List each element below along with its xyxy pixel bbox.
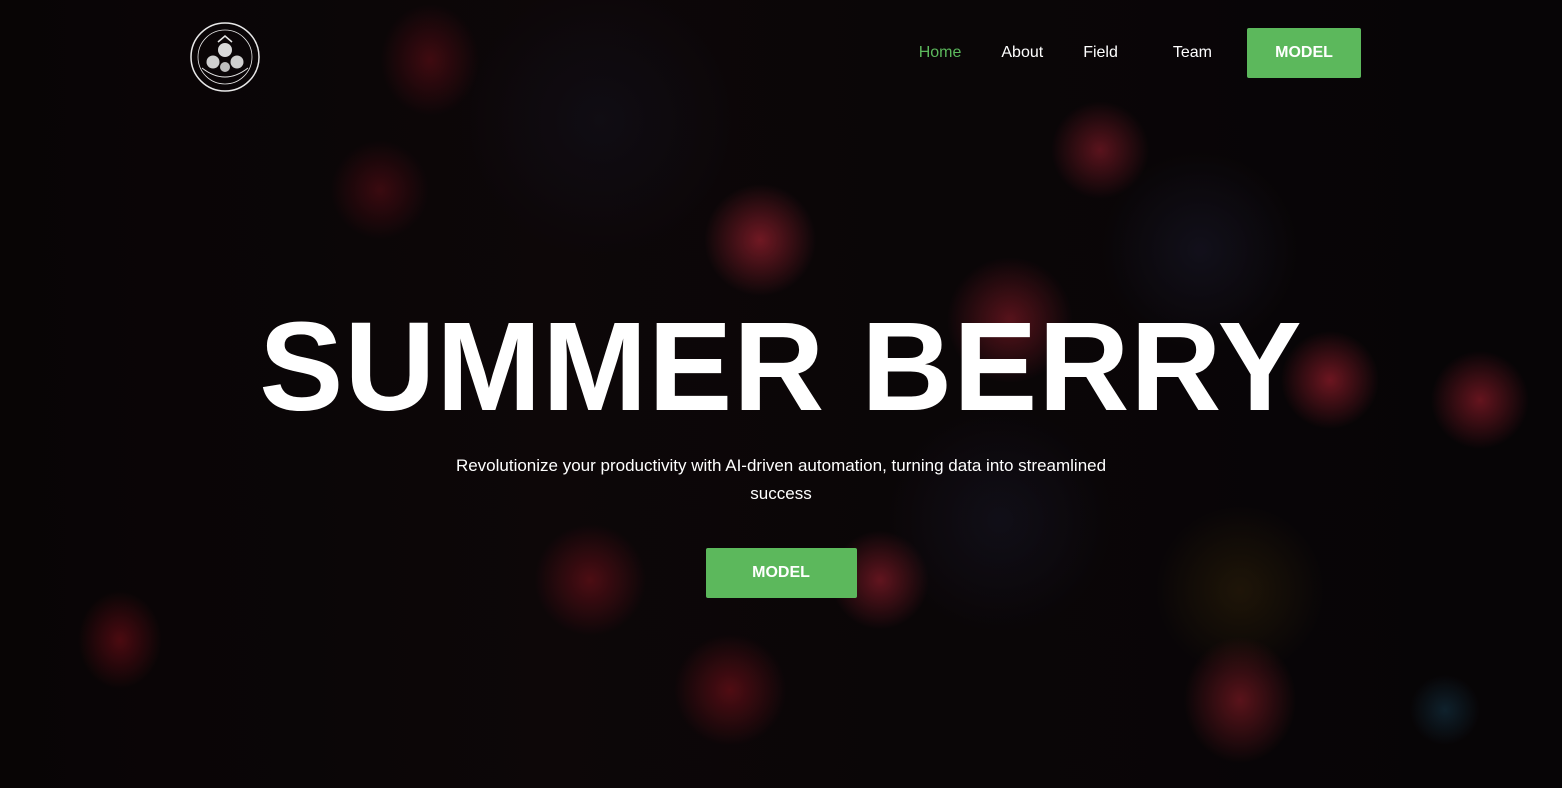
hero-title: SUMMER BERRY (259, 296, 1303, 437)
hero-content: SUMMER BERRY Revolutionize your producti… (0, 300, 1562, 598)
berry-seal-logo-icon (190, 22, 260, 92)
nav-link-about[interactable]: About (1001, 44, 1043, 62)
nav-menu: Home About Field Team MODEL (919, 28, 1361, 78)
nav-link-field[interactable]: Field (1083, 44, 1118, 62)
hero-section: Home About Field Team MODEL SUMMER BERRY… (0, 0, 1562, 788)
brand-logo[interactable] (188, 20, 262, 94)
nav-model-button[interactable]: MODEL (1247, 28, 1361, 78)
nav-link-home[interactable]: Home (919, 44, 962, 62)
hero-model-button[interactable]: MODEL (705, 548, 857, 598)
top-navbar: Home About Field Team MODEL (0, 0, 1562, 106)
hero-subtitle: Revolutionize your productivity with AI-… (455, 456, 1107, 503)
nav-link-team[interactable]: Team (1173, 44, 1212, 62)
